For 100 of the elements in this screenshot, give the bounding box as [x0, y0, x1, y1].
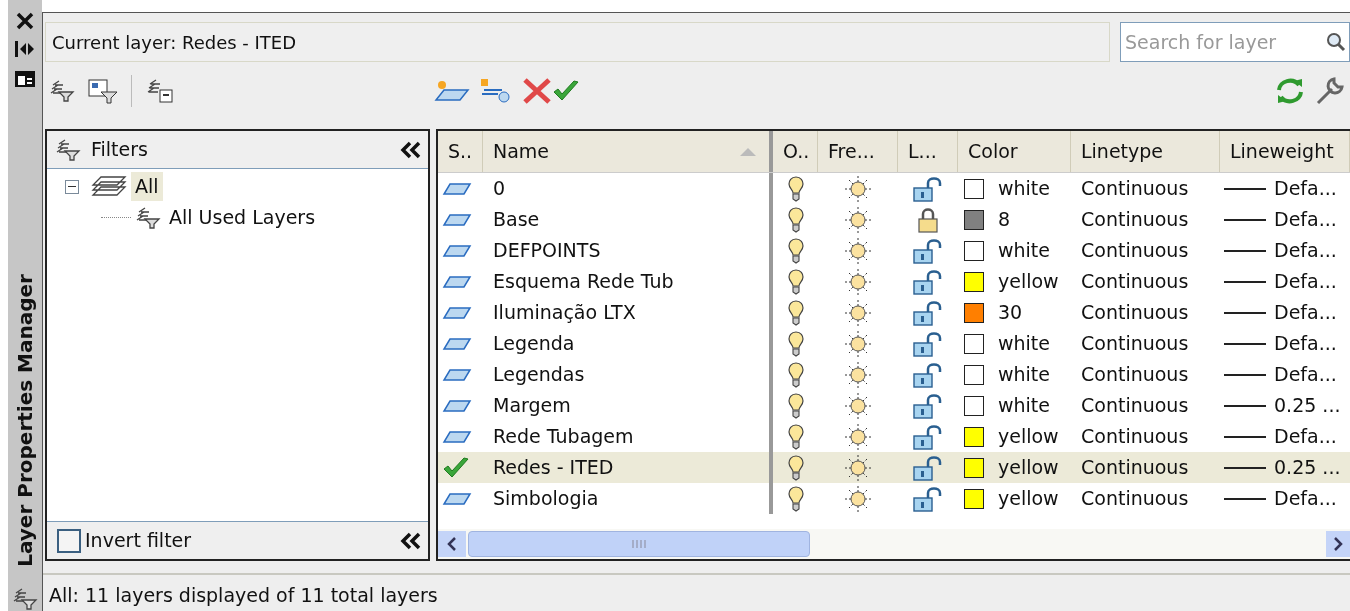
lineweight: 0.25 ...: [1274, 393, 1341, 419]
layer-icon: [442, 398, 472, 413]
color-name: white: [998, 238, 1050, 264]
current-layer-label: Current layer: Redes - ITED: [45, 22, 1110, 62]
sun-icon: [844, 329, 872, 358]
color-name: white: [998, 331, 1050, 357]
refresh-icon[interactable]: [1274, 77, 1306, 105]
color-swatch[interactable]: [964, 178, 984, 199]
linetype: Continuous: [1081, 270, 1189, 293]
lineweight-sample: [1224, 187, 1266, 190]
checkmark-icon: [442, 455, 470, 480]
horizontal-scrollbar[interactable]: [438, 529, 1350, 559]
color-name: yellow: [998, 455, 1059, 481]
lightbulb-icon: [787, 330, 804, 357]
lineweight-sample: [1224, 249, 1266, 252]
properties-icon[interactable]: [14, 70, 36, 88]
color-swatch[interactable]: [964, 364, 984, 385]
collapse-panel-icon[interactable]: [400, 140, 422, 159]
layer-icon: [442, 181, 472, 196]
scroll-left-button[interactable]: [438, 531, 466, 557]
color-name: white: [998, 362, 1050, 388]
color-swatch[interactable]: [964, 488, 984, 509]
search-field[interactable]: Search for layer: [1120, 22, 1350, 62]
group-filter-icon[interactable]: [87, 78, 119, 104]
column-header[interactable]: S..: [438, 131, 483, 172]
collapse-icon[interactable]: [65, 179, 79, 194]
delete-icon[interactable]: [522, 77, 552, 105]
sun-icon: [844, 391, 872, 420]
color-name: 30: [998, 300, 1023, 326]
lineweight: Defa...: [1274, 238, 1337, 264]
chevron-right-icon: [1333, 537, 1343, 551]
color-swatch[interactable]: [964, 302, 984, 323]
lineweight-sample: [1224, 497, 1266, 500]
sun-icon: [844, 298, 872, 327]
layer-icon: [442, 367, 472, 382]
lineweight: Defa...: [1274, 300, 1337, 326]
color-swatch[interactable]: [964, 457, 984, 478]
scroll-right-button[interactable]: [1326, 531, 1350, 557]
lineweight-sample: [1224, 342, 1266, 345]
layer-name: Legendas: [493, 362, 585, 388]
color-swatch[interactable]: [964, 395, 984, 416]
lineweight: Defa...: [1274, 331, 1337, 357]
invert-filter-label: Invert filter: [85, 528, 192, 554]
layer-name: Esquema Rede Tub: [493, 269, 674, 295]
linetype: Continuous: [1081, 425, 1189, 448]
layer-name: 0: [493, 176, 506, 202]
linetype: Continuous: [1081, 456, 1189, 479]
column-header[interactable]: O..: [773, 131, 818, 172]
status-text: All: 11 layers displayed of 11 total layers: [49, 582, 438, 608]
lightbulb-icon: [787, 175, 804, 202]
color-swatch[interactable]: [964, 333, 984, 354]
filter-stack-icon: [135, 205, 161, 230]
new-layer-icon[interactable]: [434, 78, 470, 104]
layer-name: Iluminação LTX: [493, 300, 636, 326]
layer-name: Simbologia: [493, 486, 599, 512]
lineweight: 0.25 ...: [1274, 455, 1341, 481]
lineweight-sample: [1224, 311, 1266, 314]
linetype: Continuous: [1081, 239, 1189, 262]
lightbulb-icon: [787, 485, 804, 512]
linetype: Continuous: [1081, 332, 1189, 355]
column-header[interactable]: Linetype: [1071, 131, 1220, 172]
layer-name: DEFPOINTS: [493, 238, 601, 264]
lightbulb-icon: [787, 237, 804, 264]
layer-row[interactable]: Redes - ITED yellow Continuous 0.25 ...: [438, 452, 1350, 483]
filter-tree-item[interactable]: All: [131, 172, 163, 201]
close-icon[interactable]: [16, 12, 34, 30]
collapse-panel-icon[interactable]: [400, 531, 422, 550]
lineweight-sample: [1224, 404, 1266, 407]
layer-name: Legenda: [493, 331, 575, 357]
new-filter-icon: [49, 79, 75, 103]
filters-title: Filters: [91, 137, 148, 163]
filter-tree-item[interactable]: All Used Layers: [165, 203, 320, 232]
chevron-left-icon: [447, 537, 457, 551]
lightbulb-icon: [787, 268, 804, 295]
color-swatch[interactable]: [964, 209, 984, 230]
sun-icon: [844, 453, 872, 482]
lightbulb-icon: [787, 361, 804, 388]
sun-icon: [844, 236, 872, 265]
lineweight-sample: [1224, 373, 1266, 376]
column-header[interactable]: Lineweight: [1220, 131, 1350, 172]
invert-filter-checkbox[interactable]: [57, 528, 81, 553]
lineweight: Defa...: [1274, 269, 1337, 295]
sun-icon: [844, 484, 872, 513]
color-swatch[interactable]: [964, 240, 984, 261]
wrench-icon[interactable]: [1314, 77, 1346, 105]
layer-icon: [442, 491, 472, 506]
color-name: white: [998, 393, 1050, 419]
auto-hide-icon[interactable]: [14, 40, 36, 58]
column-header[interactable]: Fre...: [818, 131, 898, 172]
column-header[interactable]: L...: [898, 131, 958, 172]
layer-name: Redes - ITED: [493, 455, 614, 481]
column-header[interactable]: Color: [958, 131, 1071, 172]
linetype: Continuous: [1081, 394, 1189, 417]
color-swatch[interactable]: [964, 271, 984, 292]
color-swatch[interactable]: [964, 426, 984, 447]
color-name: 8: [998, 207, 1011, 233]
color-name: yellow: [998, 269, 1059, 295]
sun-icon: [844, 422, 872, 451]
linetype: Continuous: [1081, 487, 1189, 510]
scrollbar-thumb[interactable]: [468, 531, 810, 557]
